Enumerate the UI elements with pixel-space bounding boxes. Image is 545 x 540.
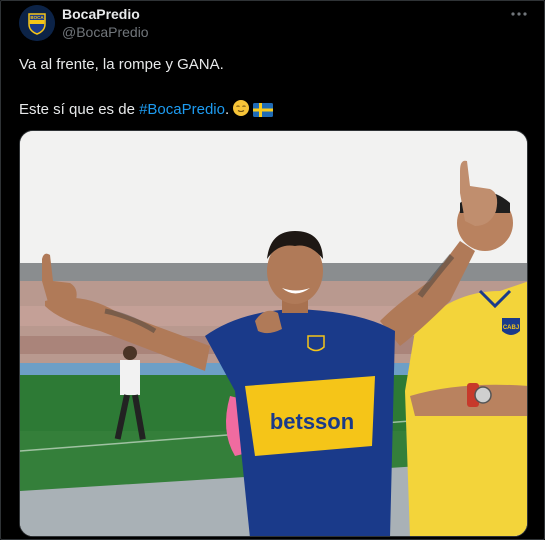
more-options-button[interactable] (507, 4, 531, 24)
tweet-text-suffix: . (224, 101, 230, 118)
relieved-face-emoji (232, 99, 250, 121)
hashtag-link[interactable]: #BocaPredio (139, 101, 225, 118)
tweet-text-prefix: Este sí que es de (19, 101, 140, 118)
avatar-text: BOCA (30, 15, 44, 20)
avatar[interactable]: BOCA (19, 5, 55, 41)
sweden-flag-emoji (253, 103, 274, 121)
badge-text: CABJ (503, 325, 519, 331)
cabj-badge: CABJ (502, 318, 520, 335)
handle[interactable]: @BocaPredio (62, 24, 149, 40)
tweet-text-line1: Va al frente, la rompe y GANA. (19, 56, 224, 73)
sponsor-text: betsson (270, 409, 354, 434)
player-celebration-photo: CABJ betsson (20, 131, 527, 536)
boca-crest-icon: BOCA (19, 5, 55, 41)
tweet-text-line2: Este sí que es de #BocaPredio. (19, 99, 274, 121)
ellipsis-icon (511, 12, 527, 16)
tweet-photo[interactable]: CABJ betsson (19, 130, 528, 537)
display-name[interactable]: BocaPredio (62, 6, 140, 22)
